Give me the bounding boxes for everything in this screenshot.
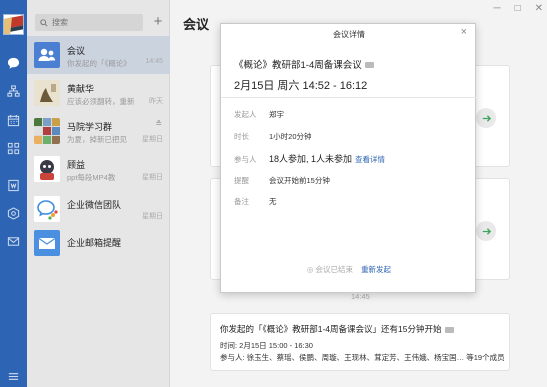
menu-icon[interactable]	[0, 365, 27, 387]
conversation-name: 企业微信团队	[67, 200, 122, 210]
minimize-icon[interactable]: ─	[493, 3, 500, 14]
meeting-title-text: 《概论》教研部1-4周备课会议	[234, 60, 362, 71]
conversation-preview: 你发起的「《概论》	[67, 59, 131, 68]
join-arrow-button[interactable]	[476, 221, 496, 241]
page-title: 会议	[183, 17, 210, 32]
conversation-item-study-group[interactable]: 马院学习群 ≗ 为夏，掉新已把见 星期日	[27, 112, 170, 150]
reminder-row: 提醒 会议开始前15分钟	[234, 175, 330, 186]
dialog-title: 会议详情	[333, 30, 365, 39]
reminder-participants: 参与人: 徐玉生、蔡瑶、侯鹏、周璇、王现林、茸定芳、王伟娥、杨宝国… 等19个成…	[220, 353, 505, 362]
search-icon	[40, 18, 48, 27]
message-timestamp: 14:45	[351, 292, 370, 301]
conversation-preview: 为夏，掉新已把见	[67, 135, 127, 144]
conversation-time: 星期日	[142, 136, 163, 143]
divider	[221, 97, 477, 98]
reminder-time: 时间: 2月15日 15:00 - 16:30	[220, 341, 313, 350]
note-row: 备注 无	[234, 196, 277, 207]
conversation-name: 黄献华	[67, 84, 95, 94]
conversation-preview: 应该必须翻转，重新	[67, 97, 135, 106]
add-button[interactable]: +	[151, 13, 165, 31]
conversation-name: 马院学习群	[67, 122, 113, 132]
conversation-time: 14:45	[145, 58, 163, 65]
doc-icon[interactable]	[0, 174, 27, 196]
meeting-title: 《概论》教研部1-4周备课会议	[234, 57, 374, 71]
participants-label: 参与人	[234, 155, 257, 164]
apps-icon[interactable]	[0, 137, 27, 159]
note-label: 备注	[234, 197, 249, 206]
window-controls: ─ □ ✕	[493, 3, 543, 14]
meeting-group-icon	[34, 42, 60, 68]
conversation-item-guyi[interactable]: 顾益 ppt每段MP4教 星期日	[27, 150, 170, 188]
conversation-time: 星期日	[142, 213, 163, 220]
view-details-link[interactable]: 查看详情	[355, 155, 385, 164]
duration-value: 1小时20分钟	[269, 132, 312, 141]
duration-label: 时长	[234, 132, 249, 141]
conversation-list: + 会议 你发起的「《概论》 14:45 黄献华 应该必须翻转，重新 昨天 马院…	[27, 0, 170, 387]
conversation-name: 会议	[67, 46, 86, 56]
reminder-label: 提醒	[234, 176, 249, 185]
conversation-time: 昨天	[149, 98, 163, 105]
participants-value: 18人参加, 1人未参加	[269, 154, 353, 164]
mail-reminder-icon	[34, 230, 60, 256]
calendar-icon[interactable]	[0, 109, 27, 131]
meeting-datetime: 2月15日 周六 14:52 - 16:12	[234, 80, 368, 92]
contact-avatar	[34, 156, 60, 182]
contacts-icon[interactable]	[0, 80, 27, 102]
participants-row: 参与人 18人参加, 1人未参加 查看详情	[234, 152, 385, 165]
arrow-right-icon	[482, 227, 491, 235]
join-arrow-button[interactable]	[476, 108, 496, 128]
group-avatar	[34, 118, 60, 144]
conversation-item-mail-reminder[interactable]: 企业邮箱提醒	[27, 224, 170, 262]
reminder-title: 你发起的「《概论》教研部1-4周备课会议」还有15分钟开始	[220, 323, 454, 335]
relaunch-button[interactable]: 重新发起	[361, 265, 391, 274]
video-icon	[364, 62, 374, 69]
organizer-value: 郑宇	[269, 110, 284, 119]
note-value: 无	[269, 197, 277, 206]
meeting-details-dialog: 会议详情 × 《概论》教研部1-4周备课会议 2月15日 周六 14:52 - …	[220, 23, 477, 293]
conversation-name: 顾益	[67, 160, 86, 170]
mute-icon: ≗	[155, 119, 162, 128]
conversation-item-wework-team[interactable]: 企业微信团队 星期日	[27, 190, 170, 228]
meeting-ended-status: ◎ 会议已结束	[306, 265, 354, 274]
search-input[interactable]	[52, 18, 142, 27]
conversation-item-meeting[interactable]: 会议 你发起的「《概论》 14:45	[27, 36, 170, 74]
chat-icon[interactable]	[0, 52, 27, 74]
meeting-reminder-card[interactable]: 你发起的「《概论》教研部1-4周备课会议」还有15分钟开始 时间: 2月15日 …	[210, 313, 510, 371]
dialog-footer: ◎ 会议已结束 重新发起	[221, 264, 477, 275]
workbench-icon[interactable]	[0, 202, 27, 224]
reminder-value: 会议开始前15分钟	[269, 176, 330, 185]
contact-avatar	[34, 80, 60, 106]
user-avatar[interactable]	[3, 14, 24, 35]
nav-rail	[0, 0, 27, 387]
conversation-preview: ppt每段MP4教	[67, 173, 116, 182]
conversation-item-huang[interactable]: 黄献华 应该必须翻转，重新 昨天	[27, 74, 170, 112]
conversation-name: 企业邮箱提醒	[67, 238, 122, 248]
video-icon	[444, 326, 454, 333]
reminder-title-text: 你发起的「《概论》教研部1-4周备课会议」还有15分钟开始	[220, 324, 442, 334]
arrow-right-icon	[482, 114, 491, 122]
mail-icon[interactable]	[0, 230, 27, 252]
organizer-label: 发起人	[234, 110, 257, 119]
wework-logo-icon	[34, 196, 60, 222]
close-window-icon[interactable]: ✕	[535, 3, 543, 14]
organizer-row: 发起人 郑宇	[234, 109, 284, 120]
search-box[interactable]	[35, 14, 143, 31]
conversation-time: 星期日	[142, 174, 163, 181]
maximize-icon[interactable]: □	[515, 3, 521, 14]
duration-row: 时长 1小时20分钟	[234, 131, 312, 142]
close-icon[interactable]: ×	[461, 26, 467, 38]
